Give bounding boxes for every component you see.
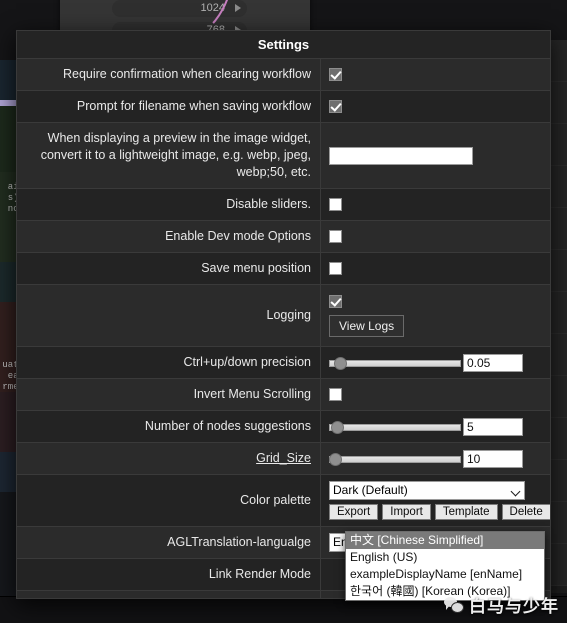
table-row: Grid_Size	[17, 443, 550, 475]
setting-control: Dark (Default) Export Import Template De…	[321, 475, 550, 526]
table-row: Ctrl+up/down precision	[17, 347, 550, 379]
table-row: Disable sliders.	[17, 189, 550, 221]
setting-label: Link Render Mode	[17, 559, 321, 590]
table-row: Require confirmation when clearing workf…	[17, 59, 550, 91]
chevron-down-icon	[510, 486, 521, 497]
setting-control	[321, 253, 550, 284]
settings-dialog: Settings Require confirmation when clear…	[16, 30, 551, 599]
setting-control	[321, 123, 550, 188]
slider-thumb[interactable]	[329, 452, 342, 466]
grid-size-slider-wrap	[329, 449, 542, 468]
setting-control	[321, 221, 550, 252]
setting-control	[321, 59, 550, 90]
slider-track	[329, 455, 461, 463]
precision-slider-wrap	[329, 353, 542, 372]
setting-label: Save menu position	[17, 253, 321, 284]
chevron-right-icon	[235, 4, 241, 12]
precision-value-input[interactable]	[463, 353, 523, 372]
slider-thumb[interactable]	[331, 420, 344, 434]
setting-label: Disable sliders.	[17, 189, 321, 220]
invert-menu-scrolling-checkbox[interactable]	[329, 388, 342, 401]
setting-control	[321, 347, 550, 378]
setting-label: When displaying a preview in the image w…	[17, 123, 321, 188]
preview-format-input[interactable]	[329, 146, 473, 165]
language-dropdown-list[interactable]: 中文 [Chinese Simplified] English (US) exa…	[345, 531, 545, 601]
setting-label: Ctrl+up/down precision	[17, 347, 321, 378]
watermark-text: 白马与少年	[469, 597, 559, 616]
setting-control	[321, 189, 550, 220]
export-button[interactable]: Export	[329, 504, 379, 520]
table-row: Enable Dev mode Options	[17, 221, 550, 253]
table-row: Prompt for filename when saving workflow	[17, 91, 550, 123]
setting-control: View Logs	[321, 285, 550, 346]
save-menu-position-checkbox[interactable]	[329, 262, 342, 275]
disable-sliders-checkbox[interactable]	[329, 198, 342, 211]
dropdown-option-example[interactable]: exampleDisplayName [enName]	[346, 566, 544, 583]
setting-label: Logging	[17, 285, 321, 346]
node-suggestions-slider[interactable]	[329, 420, 461, 434]
precision-slider[interactable]	[329, 356, 461, 370]
setting-label: Number of nodes suggestions	[17, 411, 321, 442]
import-button[interactable]: Import	[382, 504, 431, 520]
slider-thumb[interactable]	[334, 356, 347, 370]
prompt-filename-checkbox[interactable]	[329, 100, 342, 113]
setting-label: Enable Dev mode Options	[17, 221, 321, 252]
table-row: Invert Menu Scrolling	[17, 379, 550, 411]
dropdown-option-chinese[interactable]: 中文 [Chinese Simplified]	[346, 532, 544, 549]
setting-label: AGLTranslation-langualge	[17, 527, 321, 558]
settings-rows: Require confirmation when clearing workf…	[17, 59, 550, 598]
grid-size-slider[interactable]	[329, 452, 461, 466]
setting-control	[321, 379, 550, 410]
color-palette-selected-value: Dark (Default)	[333, 483, 408, 497]
color-palette-buttons: Export Import Template Delete	[329, 504, 550, 520]
grid-size-label: Grid_Size	[256, 451, 311, 465]
setting-label: Grid_Size	[17, 443, 321, 474]
dropdown-option-english[interactable]: English (US)	[346, 549, 544, 566]
watermark: 白马与少年	[444, 592, 559, 617]
setting-control	[321, 443, 550, 474]
delete-button[interactable]: Delete	[501, 504, 550, 520]
table-row: Save menu position	[17, 253, 550, 285]
node-suggestions-slider-wrap	[329, 417, 542, 436]
logging-checkbox[interactable]	[329, 294, 342, 308]
node-suggestions-value-input[interactable]	[463, 417, 523, 436]
dev-mode-checkbox[interactable]	[329, 230, 342, 243]
setting-label: Require confirmation when clearing workf…	[17, 59, 321, 90]
wechat-icon	[444, 596, 464, 613]
setting-label: Prompt for filename when saving workflow	[17, 91, 321, 122]
table-row: Color palette Dark (Default) Export Impo…	[17, 475, 550, 527]
slider-track	[329, 423, 461, 431]
setting-control	[321, 411, 550, 442]
setting-label: Invert Menu Scrolling	[17, 379, 321, 410]
color-palette-select[interactable]: Dark (Default)	[329, 481, 525, 500]
template-button[interactable]: Template	[434, 504, 498, 520]
require-confirmation-checkbox[interactable]	[329, 68, 342, 81]
setting-label: Color palette	[17, 475, 321, 526]
slider-track	[329, 359, 461, 367]
grid-size-value-input[interactable]	[463, 449, 523, 468]
close-label[interactable]: Close	[17, 591, 321, 598]
table-row: Number of nodes suggestions	[17, 411, 550, 443]
page-title: Settings	[17, 31, 550, 59]
table-row: Logging View Logs	[17, 285, 550, 347]
view-logs-button[interactable]: View Logs	[329, 314, 405, 337]
table-row: When displaying a preview in the image w…	[17, 123, 550, 189]
setting-control	[321, 91, 550, 122]
